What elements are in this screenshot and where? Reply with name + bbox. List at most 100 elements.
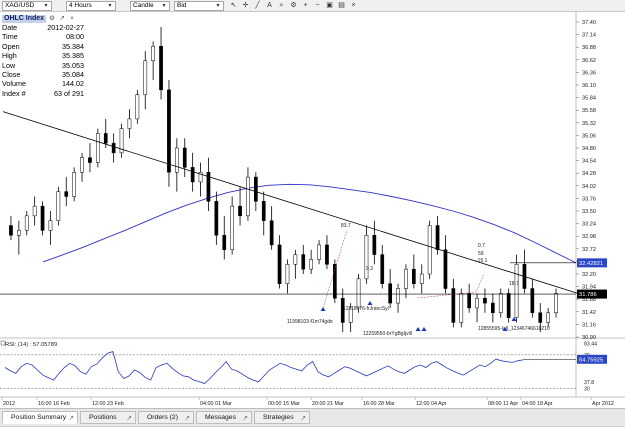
candle-body: [514, 264, 519, 318]
candle-body: [80, 157, 84, 173]
candle: [72, 167, 77, 202]
candle: [514, 254, 519, 323]
y-tick-label: 34.28: [582, 171, 596, 177]
symbol-dropdown[interactable]: XAG/USD ▾: [2, 1, 52, 11]
tab-label: Positions: [89, 414, 117, 421]
chart-annotation-label: 0.7: [478, 243, 485, 249]
minus-icon[interactable]: −: [312, 1, 323, 11]
rsi-value-badge: 64.75925: [579, 357, 603, 363]
candle-body: [538, 312, 543, 323]
x-tick-label: 04:00 01 Mar: [200, 401, 232, 407]
candle: [167, 80, 171, 187]
popout-icon[interactable]: ↗: [185, 413, 190, 424]
y-tick-label: 34.80: [582, 146, 596, 152]
tab-strategies[interactable]: Strategies ↗: [254, 411, 310, 424]
candle-body: [182, 147, 187, 168]
timeframe-dropdown[interactable]: 4 Hours ▾: [66, 1, 116, 11]
price-chart[interactable]: 83.7 9.3 0.7 59-15.1 18.7 12118676-frJrancSyl…: [0, 12, 625, 408]
candle-body: [72, 171, 77, 197]
x-tick-label: 2012: [3, 401, 15, 407]
candle-body: [435, 225, 440, 251]
ohlc-row: Open 35.384: [2, 41, 84, 51]
candle-body: [475, 297, 479, 309]
candle-body: [261, 201, 266, 221]
popout-icon[interactable]: ↗: [301, 413, 306, 424]
candle: [506, 288, 511, 323]
popout-icon[interactable]: ↗: [243, 413, 248, 424]
text-icon[interactable]: A: [264, 1, 275, 11]
candle-body: [32, 205, 37, 217]
candle-body: [412, 268, 416, 284]
pointer-icon[interactable]: ↖: [228, 1, 239, 11]
plus-icon[interactable]: +: [300, 1, 311, 11]
chart-annotation-label: 18.7: [509, 281, 519, 287]
candle-body: [483, 297, 487, 304]
line-icon[interactable]: ╱: [252, 1, 263, 11]
price-side-value: Bid: [177, 2, 187, 9]
y-tick-label: 34.54: [582, 159, 596, 165]
y-tick-label: 31.42: [582, 310, 596, 316]
y-tick-label: 35.32: [582, 121, 596, 127]
candle: [135, 89, 140, 124]
candle-body: [530, 288, 535, 314]
zoom-icon[interactable]: ⌕: [276, 1, 287, 11]
chart-type-dropdown[interactable]: Candle ▾: [130, 1, 170, 11]
popout-icon[interactable]: ↗: [127, 413, 132, 424]
candle-body: [254, 176, 258, 202]
candle-body: [459, 293, 464, 323]
candle-body: [404, 268, 408, 289]
candle-body: [396, 288, 400, 304]
candle-body: [159, 45, 163, 91]
ohlc-row: Volume 144.02: [2, 79, 84, 89]
tab-positions[interactable]: Positions ↗: [80, 411, 136, 424]
chart-annotation-label: 9.3: [366, 266, 373, 272]
candle-body: [167, 89, 171, 173]
candle-body: [364, 234, 369, 280]
ohlc-row: High 35.385: [2, 51, 84, 61]
close-icon[interactable]: ×: [68, 15, 76, 23]
candle-body: [190, 167, 195, 183]
chart-background: [0, 12, 625, 408]
y-tick-label: 32.98: [582, 234, 596, 240]
tab-orders[interactable]: Orders (2) ↗: [138, 411, 194, 424]
crosshair-icon[interactable]: ✛: [240, 1, 251, 11]
ohlc-row: Close 35.084: [2, 69, 84, 79]
tab-position-summary[interactable]: Position Summary ↗: [2, 411, 78, 424]
print-icon[interactable]: ▤: [336, 1, 347, 11]
candle: [427, 220, 432, 279]
tab-messages[interactable]: Messages ↗: [196, 411, 252, 424]
y-tick-label: 35.84: [582, 96, 596, 102]
candle-body: [546, 312, 550, 323]
price-side-dropdown[interactable]: Bid ▾: [174, 1, 224, 11]
chart-annotation-label: 12259550-brYgBgIjvill: [363, 331, 412, 337]
close-icon[interactable]: ×: [348, 1, 359, 11]
ohlc-info-panel: OHLC Index ⚙ ↗ × Date 2012-02-27 Time 08:0…: [2, 14, 84, 98]
candle-body: [48, 220, 53, 231]
chevron-down-icon: ▾: [108, 3, 112, 9]
settings-icon[interactable]: ⚙: [288, 1, 299, 11]
candle-body: [380, 254, 385, 284]
settings-icon[interactable]: ⚙: [48, 15, 56, 23]
save-icon[interactable]: ▣: [324, 1, 335, 11]
popout-icon[interactable]: ↗: [58, 15, 66, 23]
x-tick-label: 20:00 21 Mar: [312, 401, 344, 407]
y-tick-label: 32.20: [582, 272, 596, 278]
x-tick-label: 00:00 15 Mar: [268, 401, 300, 407]
chevron-down-icon: ▾: [162, 3, 166, 9]
y-tick-label: 35.06: [582, 133, 596, 139]
timeframe-value: 4 Hours: [69, 2, 92, 9]
candle-body: [17, 230, 21, 236]
candle: [96, 128, 100, 168]
tab-label: Messages: [205, 414, 236, 421]
ohlc-row: Date 2012-02-27: [2, 23, 84, 32]
candle-body: [419, 273, 424, 284]
popout-icon[interactable]: ↗: [69, 413, 74, 424]
candle-body: [103, 133, 108, 144]
chevron-down-icon: ▾: [216, 3, 220, 9]
ohlc-row: Time 08:00: [2, 32, 84, 42]
candle-body: [443, 249, 448, 289]
x-tick-label: 16:00 16 Feb: [38, 401, 70, 407]
candle-body: [246, 176, 250, 217]
bottom-tab-bar: Position Summary ↗ Positions ↗ Orders (2…: [0, 408, 625, 431]
candle-body: [451, 288, 456, 323]
